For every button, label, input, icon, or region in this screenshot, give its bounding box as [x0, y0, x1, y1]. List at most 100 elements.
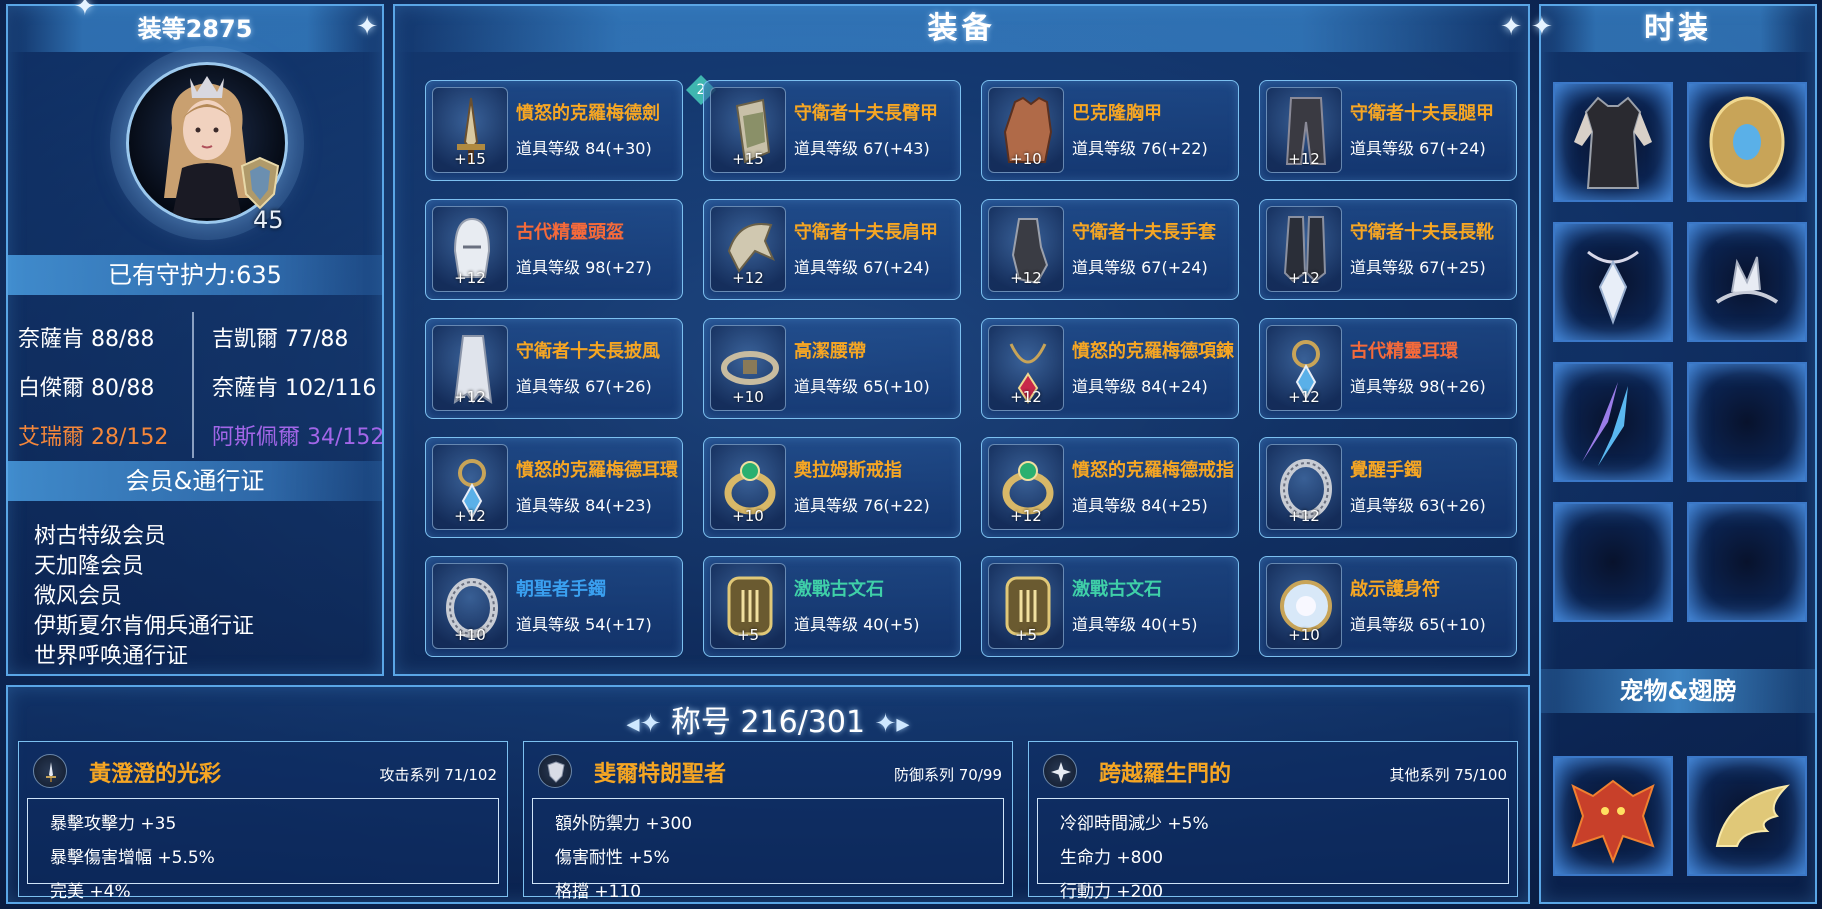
wings-earring-icon	[1582, 382, 1628, 466]
sparkle-icon: ✦	[1531, 12, 1553, 42]
title-card-defense[interactable]: 斐爾特朗聖者 防御系列 70/99 額外防禦力 +300 傷害耐性 +5% 格擋 …	[523, 741, 1013, 902]
item-level: 道具等级 98(+27)	[516, 258, 652, 277]
title-stat: 額外防禦力 +300	[555, 814, 693, 834]
pet-wings-header: 宠物&翅膀	[1541, 669, 1815, 713]
item-icon-box: +10	[710, 325, 786, 411]
title-card-attack[interactable]: 黃澄澄的光彩 攻击系列 71/102 暴擊攻擊力 +35 暴擊傷害增幅 +5.5%…	[18, 741, 508, 902]
fashion-slot-empty[interactable]	[1687, 502, 1807, 622]
item-name: 守衛者十夫長披風	[516, 341, 660, 362]
item-level: 道具等级 67(+25)	[1350, 258, 1486, 277]
item-level: 道具等级 65(+10)	[1350, 615, 1486, 634]
equipment-slot[interactable]: +10 奧拉姆斯戒指 道具等级 76(+22)	[703, 437, 961, 538]
enhance-level: +5	[736, 626, 760, 644]
equipment-slot[interactable]: +10 朝聖者手鐲 道具等级 54(+17)	[425, 556, 683, 657]
equipment-slot[interactable]: +12 覺醒手鐲道具等级 63(+26)	[1259, 437, 1517, 538]
equipment-slot[interactable]: +15 守衛者十夫長臂甲 道具等级 67(+43)	[703, 80, 961, 181]
item-level: 道具等级 84(+30)	[516, 139, 652, 158]
outfit-icon	[1574, 96, 1652, 189]
equipment-slot[interactable]: +10 巴克隆胸甲 道具等级 76(+22)	[981, 80, 1239, 181]
item-name: 守衛者十夫長手套	[1072, 222, 1216, 243]
enhance-level: +10	[1288, 626, 1320, 644]
fashion-slot-tiara[interactable]	[1687, 222, 1807, 342]
pendant-icon	[1587, 250, 1639, 325]
title-stat: 完美 +4%	[50, 882, 131, 902]
fashion-slot-shield[interactable]	[1687, 82, 1807, 202]
membership-item: 微风会员	[34, 584, 123, 609]
title-series: 攻击系列 71/102	[379, 766, 497, 784]
sparkle-icon: ✦	[74, 0, 96, 22]
sparkle-icon: ✦	[356, 12, 378, 42]
divider	[192, 312, 194, 458]
equipment-slot[interactable]: +12 守衛者十夫長披風 道具等级 67(+26)	[425, 318, 683, 419]
item-icon-box: +15	[710, 87, 786, 173]
item-name: 憤怒的克羅梅德劍	[516, 103, 660, 124]
membership-item: 世界呼唤通行证	[34, 644, 189, 669]
item-name: 奧拉姆斯戒指	[794, 460, 902, 481]
fashion-slot-empty[interactable]	[1687, 362, 1807, 482]
enhance-level: +10	[1010, 150, 1042, 168]
item-icon-box: +12	[432, 206, 508, 292]
gear-score: 装等2875	[8, 6, 382, 52]
item-icon-box: +12	[432, 325, 508, 411]
item-level: 道具等级 67(+26)	[516, 377, 652, 396]
character-panel: 装等2875 ✦ ✦ 45 已有守护力:635 奈薩肯 88/88 吉凱爾 77…	[6, 0, 384, 676]
fashion-slot-outfit[interactable]	[1553, 82, 1673, 202]
title-stat: 暴擊攻擊力 +35	[50, 814, 177, 834]
item-name: 憤怒的克羅梅德項鍊	[1072, 341, 1234, 362]
enhance-level: +12	[1010, 269, 1042, 287]
membership-header: 会员&通行证	[8, 461, 382, 501]
wings-slot[interactable]	[1687, 756, 1807, 876]
equipment-slot[interactable]: +12 守衛者十夫長腿甲 道具等级 67(+24)	[1259, 80, 1517, 181]
enhance-level: +12	[454, 388, 486, 406]
equipment-slot[interactable]: +5 激戰古文石 道具等级 40(+5)	[981, 556, 1239, 657]
equipment-title: 装备	[395, 6, 1528, 52]
equipment-slot[interactable]: +12 古代精靈耳環 道具等级 98(+26)	[1259, 318, 1517, 419]
title-stat: 格擋 +110	[555, 882, 642, 902]
item-icon-box: +12	[432, 444, 508, 530]
enhance-level: +5	[1014, 626, 1038, 644]
item-name: 古代精靈頭盔	[516, 222, 624, 243]
equipment-slot[interactable]: +12 古代精靈頭盔道具等级 98(+27)	[425, 199, 683, 300]
golden-wings-icon	[1715, 784, 1790, 847]
fashion-slot-earring[interactable]	[1553, 362, 1673, 482]
item-level: 道具等级 76(+22)	[794, 496, 930, 515]
equipment-slot[interactable]: +10 啟示護身符道具等级 65(+10)	[1259, 556, 1517, 657]
equipment-slot[interactable]: +12 守衛者十夫長肩甲 道具等级 67(+24)	[703, 199, 961, 300]
item-icon-box: +12	[1266, 87, 1342, 173]
equipment-slot[interactable]: +5 激戰古文石 道具等级 40(+5)	[703, 556, 961, 657]
fashion-slot-empty[interactable]	[1553, 502, 1673, 622]
item-level: 道具等级 84(+25)	[1072, 496, 1208, 515]
title-series: 防御系列 70/99	[894, 766, 1002, 784]
equipment-slot[interactable]: +10 高潔腰帶 道具等级 65(+10)	[703, 318, 961, 419]
stat-value: 奈薩肯 102/116	[212, 375, 377, 401]
item-level: 道具等级 67(+24)	[1350, 139, 1486, 158]
membership-item: 树古特级会员	[34, 524, 167, 549]
item-name: 覺醒手鐲	[1350, 460, 1422, 481]
fashion-slot-pendant[interactable]	[1553, 222, 1673, 342]
equipment-slot[interactable]: +12 守衛者十夫長手套 道具等级 67(+24)	[981, 199, 1239, 300]
item-name: 古代精靈耳環	[1350, 341, 1458, 362]
item-name: 高潔腰帶	[794, 341, 866, 362]
equipment-slot[interactable]: +12 憤怒的克羅梅德項鍊 道具等级 84(+24)	[981, 318, 1239, 419]
fashion-title: 时装	[1541, 6, 1815, 52]
item-level: 道具等级 63(+26)	[1350, 496, 1486, 515]
equipment-slot[interactable]: +12 守衛者十夫長長靴 道具等级 67(+25)	[1259, 199, 1517, 300]
title-count: 称号 216/301	[670, 705, 866, 740]
pet-slot[interactable]	[1553, 756, 1673, 876]
shield-icon	[240, 156, 280, 210]
item-name: 憤怒的克羅梅德戒指	[1072, 460, 1234, 481]
item-icon-box: +12	[1266, 444, 1342, 530]
enhance-level: +12	[1288, 388, 1320, 406]
equipment-slot[interactable]: +12 憤怒的克羅梅德耳環 道具等级 84(+23)	[425, 437, 683, 538]
item-name: 啟示護身符	[1350, 579, 1440, 600]
enhance-level: +12	[1010, 388, 1042, 406]
item-name: 守衛者十夫長肩甲	[794, 222, 938, 243]
equipment-slot[interactable]: +12 憤怒的克羅梅德戒指 道具等级 84(+25)	[981, 437, 1239, 538]
title-card-other[interactable]: 跨越羅生門的 其他系列 75/100 冷卻時間減少 +5% 生命力 +800 行動…	[1028, 741, 1518, 902]
title-stat: 暴擊傷害增幅 +5.5%	[50, 848, 215, 868]
tiara-icon	[1715, 256, 1779, 304]
stat-value: 吉凱爾 77/88	[212, 326, 349, 352]
equipment-slot[interactable]: +15 憤怒的克羅梅德劍 道具等级 84(+30)	[425, 80, 683, 181]
item-name: 守衛者十夫長長靴	[1350, 222, 1494, 243]
dragon-pet-icon	[1571, 779, 1655, 864]
